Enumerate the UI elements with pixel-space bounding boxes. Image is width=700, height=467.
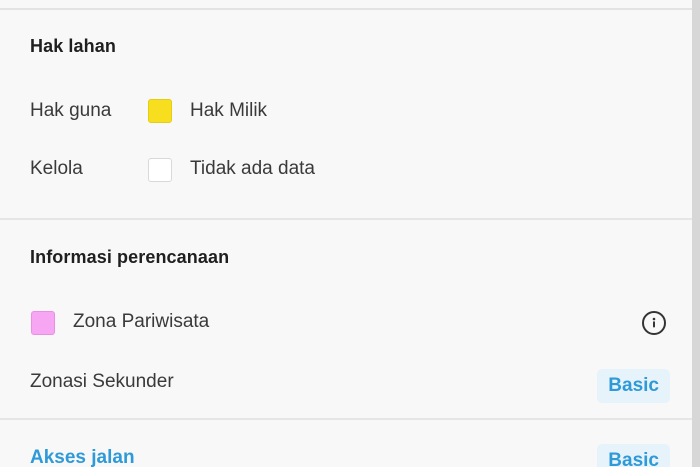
road-access-link[interactable]: Akses jalan [30,447,135,467]
land-right-label-usage: Hak guna [30,100,112,121]
secondary-zoning-label: Zonasi Sekunder [30,371,174,392]
property-details-panel: Hak lahan Hak guna Hak Milik Kelola Tida… [0,0,693,467]
scrollbar[interactable] [692,0,700,467]
road-access-basic-badge[interactable]: Basic [597,444,670,467]
land-right-value-usage: Hak Milik [190,100,268,121]
section-title-planning: Informasi perencanaan [30,247,230,267]
top-divider [0,8,692,10]
land-right-value-management: Tidak ada data [190,158,315,179]
no-data-color-swatch [148,158,172,182]
land-right-label-management: Kelola [30,158,83,179]
zone-label: Zona Pariwisata [73,311,210,332]
section-divider [0,418,692,420]
info-icon[interactable] [642,311,666,335]
secondary-zoning-basic-badge[interactable]: Basic [597,369,670,403]
section-title-land-rights: Hak lahan [30,36,116,56]
tourism-zone-color-swatch [31,311,55,335]
section-divider [0,218,692,220]
hak-milik-color-swatch [148,99,172,123]
